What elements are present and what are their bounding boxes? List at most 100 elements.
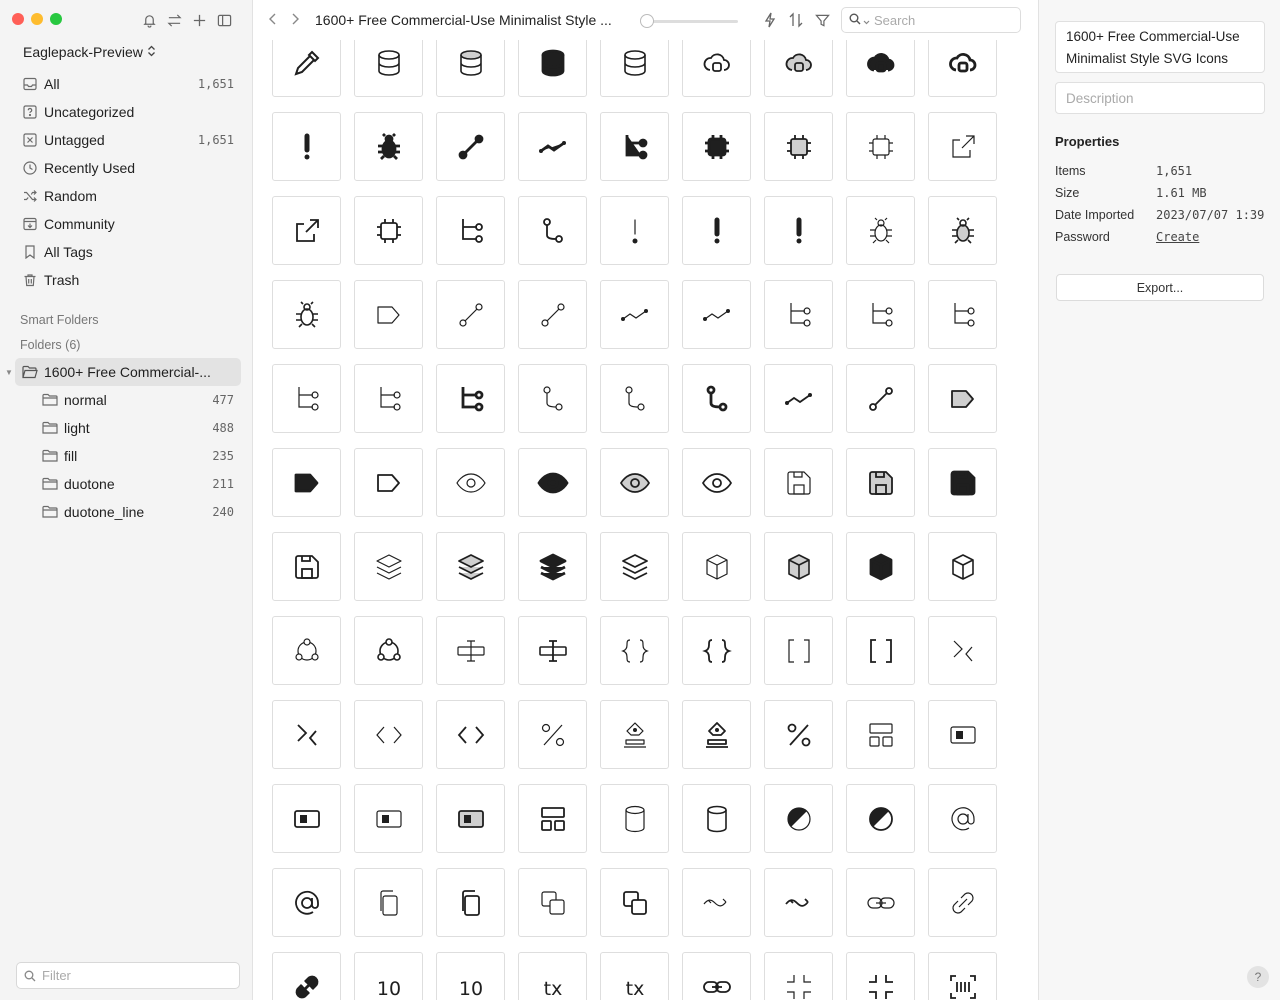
lightning-icon[interactable] (762, 11, 778, 29)
sidebar-item-community[interactable]: Community (15, 210, 241, 238)
icon-thumbnail[interactable] (436, 616, 505, 685)
icon-thumbnail[interactable] (846, 784, 915, 853)
sidebar-item-all[interactable]: All 1,651 (15, 70, 241, 98)
icon-thumbnail[interactable] (354, 784, 423, 853)
icon-thumbnail[interactable] (682, 280, 751, 349)
icon-thumbnail[interactable] (436, 868, 505, 937)
icon-thumbnail[interactable] (354, 616, 423, 685)
sidebar-item-random[interactable]: Random (15, 182, 241, 210)
icon-thumbnail[interactable] (682, 448, 751, 517)
icon-thumbnail[interactable] (436, 784, 505, 853)
filter-input[interactable]: Filter (16, 962, 240, 989)
subfolder-normal[interactable]: normal 477 (35, 386, 241, 414)
icon-thumbnail[interactable] (846, 448, 915, 517)
icon-thumbnail[interactable] (436, 448, 505, 517)
sidebar-item-recently-used[interactable]: Recently Used (15, 154, 241, 182)
icon-thumbnail[interactable] (682, 700, 751, 769)
icon-thumbnail[interactable] (764, 364, 833, 433)
icon-thumbnail[interactable] (272, 448, 341, 517)
search-input[interactable]: Search (841, 7, 1021, 33)
filter-icon[interactable] (814, 11, 830, 29)
icon-thumbnail[interactable] (928, 700, 997, 769)
chevron-down-icon[interactable] (863, 13, 870, 28)
icon-thumbnail[interactable] (600, 196, 669, 265)
icon-thumbnail[interactable] (928, 784, 997, 853)
sidebar-toggle-icon[interactable] (216, 11, 232, 29)
bell-icon[interactable] (141, 11, 157, 29)
icon-thumbnail[interactable]: 10 (436, 952, 505, 1000)
icon-thumbnail[interactable] (354, 112, 423, 181)
icon-thumbnail[interactable] (518, 700, 587, 769)
icon-thumbnail[interactable] (682, 616, 751, 685)
icon-thumbnail[interactable] (928, 364, 997, 433)
icon-thumbnail[interactable] (928, 952, 997, 1000)
close-window-button[interactable] (12, 13, 24, 25)
icon-thumbnail[interactable] (272, 364, 341, 433)
help-button[interactable]: ? (1247, 966, 1269, 988)
export-button[interactable]: Export... (1056, 274, 1264, 301)
forward-icon[interactable] (290, 12, 300, 29)
icon-thumbnail[interactable] (600, 364, 669, 433)
icon-thumbnail[interactable] (764, 952, 833, 1000)
icon-thumbnail[interactable] (354, 532, 423, 601)
icon-thumbnail[interactable] (928, 196, 997, 265)
icon-thumbnail[interactable] (600, 616, 669, 685)
disclosure-triangle-icon[interactable]: ▼ (5, 368, 13, 377)
icon-thumbnail[interactable] (436, 700, 505, 769)
subfolder-light[interactable]: light 488 (35, 414, 241, 442)
icon-thumbnail[interactable] (846, 280, 915, 349)
icon-thumbnail[interactable] (846, 700, 915, 769)
plus-icon[interactable] (191, 11, 207, 29)
icon-thumbnail[interactable] (354, 280, 423, 349)
icon-thumbnail[interactable] (518, 448, 587, 517)
folder-name-field[interactable]: 1600+ Free Commercial-Use Minimalist Sty… (1055, 21, 1265, 73)
icon-thumbnail[interactable] (846, 616, 915, 685)
icon-thumbnail[interactable] (600, 868, 669, 937)
icon-thumbnail[interactable] (846, 112, 915, 181)
icon-thumbnail[interactable] (846, 868, 915, 937)
icon-thumbnail[interactable] (436, 196, 505, 265)
icon-thumbnail[interactable] (682, 532, 751, 601)
sidebar-folder-root[interactable]: ▼ 1600+ Free Commercial-... (5, 358, 241, 386)
minimize-window-button[interactable] (31, 13, 43, 25)
icon-thumbnail[interactable] (436, 280, 505, 349)
folders-heading[interactable]: Folders (6) (20, 338, 80, 352)
icon-thumbnail[interactable] (600, 448, 669, 517)
icon-thumbnail[interactable]: 10 (354, 952, 423, 1000)
icon-thumbnail[interactable] (764, 196, 833, 265)
icon-thumbnail[interactable] (764, 868, 833, 937)
icon-thumbnail[interactable] (764, 112, 833, 181)
icon-thumbnail[interactable] (928, 112, 997, 181)
icon-thumbnail[interactable] (846, 952, 915, 1000)
description-field[interactable]: Description (1055, 82, 1265, 114)
subfolder-duotone[interactable]: duotone 211 (35, 470, 241, 498)
icon-thumbnail[interactable] (272, 280, 341, 349)
icon-thumbnail[interactable] (600, 700, 669, 769)
icon-thumbnail[interactable] (518, 196, 587, 265)
sort-icon[interactable] (788, 11, 804, 29)
icon-thumbnail[interactable] (928, 280, 997, 349)
zoom-window-button[interactable] (50, 13, 62, 25)
icon-thumbnail[interactable] (272, 700, 341, 769)
icon-thumbnail[interactable] (436, 364, 505, 433)
icon-thumbnail[interactable] (518, 784, 587, 853)
icon-thumbnail[interactable] (272, 952, 341, 1000)
icon-thumbnail[interactable] (518, 868, 587, 937)
create-password-link[interactable]: Create (1156, 230, 1199, 244)
icon-thumbnail[interactable]: tx (518, 952, 587, 1000)
icon-thumbnail[interactable] (272, 532, 341, 601)
icon-thumbnail[interactable] (928, 868, 997, 937)
icon-thumbnail[interactable] (354, 448, 423, 517)
icon-thumbnail[interactable] (436, 532, 505, 601)
icon-thumbnail[interactable] (928, 532, 997, 601)
icon-thumbnail[interactable] (600, 280, 669, 349)
icon-thumbnail[interactable] (600, 784, 669, 853)
icon-thumbnail[interactable] (764, 700, 833, 769)
thumbnail-size-slider[interactable] (640, 14, 738, 28)
icon-thumbnail[interactable] (518, 616, 587, 685)
icon-thumbnail[interactable] (272, 616, 341, 685)
swap-icon[interactable] (166, 11, 182, 29)
icon-thumbnail[interactable] (928, 616, 997, 685)
icon-thumbnail[interactable] (600, 112, 669, 181)
icon-thumbnail[interactable] (272, 196, 341, 265)
